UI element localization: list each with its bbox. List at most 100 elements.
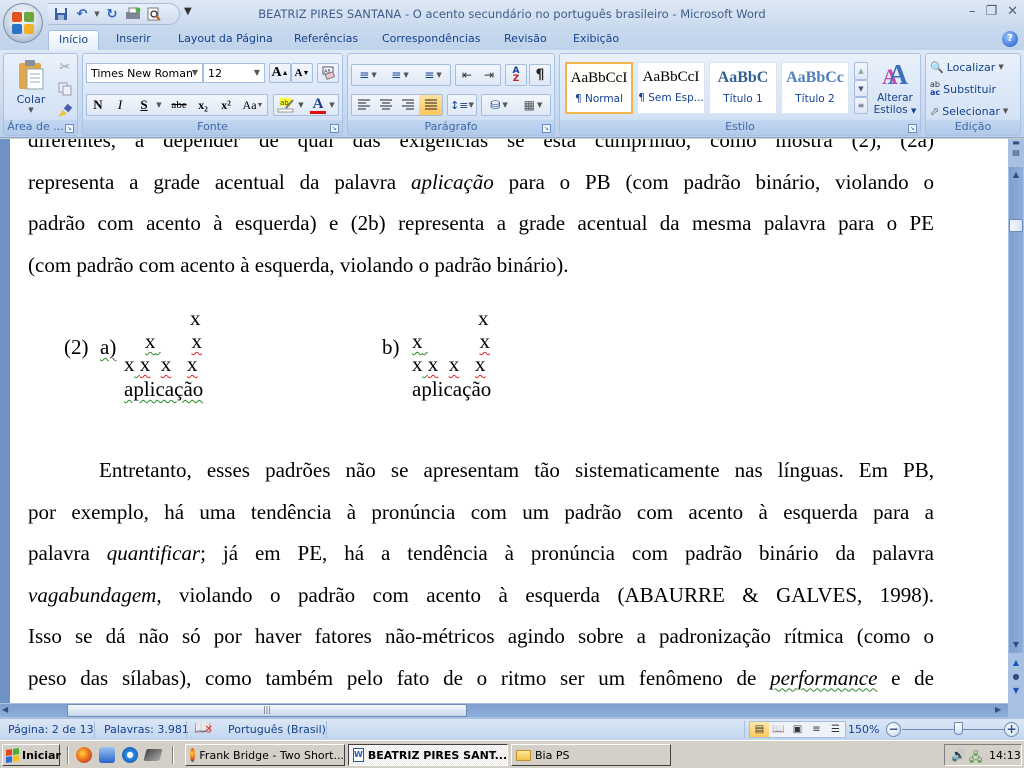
undo-dropdown-icon[interactable]: ▼ xyxy=(94,6,100,22)
scroll-track[interactable] xyxy=(1009,167,1023,653)
taskbar-folder[interactable]: Bia PS xyxy=(511,744,671,766)
scroll-right-icon[interactable]: ▶ xyxy=(995,705,1001,714)
copy-icon[interactable] xyxy=(56,80,74,98)
cut-icon[interactable]: ✂ xyxy=(56,58,74,76)
network-icon[interactable]: 🖧 xyxy=(969,748,982,768)
highlight-dropdown-icon[interactable]: ▼ xyxy=(297,95,305,115)
bullets-button[interactable]: ≡ ▼ xyxy=(353,65,383,85)
shrink-font-button[interactable]: A ▼ xyxy=(291,63,313,83)
page-count[interactable]: Página: 2 de 13 xyxy=(8,723,94,736)
highlight-icon[interactable]: ab xyxy=(275,95,297,115)
zoom-in-icon[interactable]: + xyxy=(1004,722,1019,737)
replace-button[interactable]: ab ac Substituir xyxy=(930,80,996,98)
redo-icon[interactable]: ↻ xyxy=(103,6,121,22)
next-page-icon[interactable]: ▼ xyxy=(1010,685,1022,697)
undo-icon[interactable]: ↶ xyxy=(73,6,91,22)
horizontal-scrollbar[interactable]: ◀ ||| ▶ xyxy=(0,703,1024,718)
borders-button[interactable]: ▦ ▼ xyxy=(517,95,549,115)
styles-scroll-down-icon[interactable]: ▼ xyxy=(854,80,868,97)
minimize-button[interactable]: – xyxy=(969,4,976,19)
style-heading-1[interactable]: AaBbC Título 1 xyxy=(709,62,777,114)
show-desktop-icon[interactable] xyxy=(99,747,115,763)
word-count[interactable]: Palavras: 3.981 xyxy=(104,723,189,736)
grow-font-button[interactable]: A ▲ xyxy=(269,63,291,83)
start-button[interactable]: Iniciar xyxy=(2,744,61,766)
font-size-combo[interactable]: 12 ▼ xyxy=(203,63,265,83)
tab-exibicao[interactable]: Exibição xyxy=(563,30,629,50)
find-button[interactable]: 🔍 Localizar ▼ xyxy=(930,58,1004,76)
line-spacing-button[interactable]: ↕≡ ▼ xyxy=(447,94,477,116)
taskbar-word[interactable]: W BEATRIZ PIRES SANT... xyxy=(348,744,508,766)
align-right-button[interactable] xyxy=(397,95,418,115)
shading-button[interactable]: ⛁ ▼ xyxy=(483,95,515,115)
split-handle[interactable]: ▬ xyxy=(1010,139,1022,147)
select-button[interactable]: ⬀ Selecionar ▼ xyxy=(930,102,1008,120)
scanner-icon[interactable] xyxy=(143,749,163,761)
show-formatting-button[interactable]: ¶ xyxy=(529,64,551,86)
clipboard-dialog-launcher[interactable]: ↘ xyxy=(65,124,74,133)
language-indicator[interactable]: Português (Brasil) xyxy=(228,723,326,736)
strikethrough-button[interactable]: abe xyxy=(167,95,191,115)
bold-button[interactable]: N xyxy=(88,95,108,115)
sort-button[interactable]: AZ xyxy=(505,64,527,86)
underline-button[interactable]: S xyxy=(134,95,154,115)
close-button[interactable]: ✕ xyxy=(1007,4,1018,19)
clock[interactable]: 14:13 xyxy=(989,749,1021,762)
numbering-button[interactable]: ≡ ▼ xyxy=(385,65,415,85)
tab-inicio[interactable]: Início xyxy=(48,30,100,50)
browse-object-icon[interactable]: ● xyxy=(1010,671,1022,683)
font-color-button[interactable]: A xyxy=(308,95,328,115)
font-name-combo[interactable]: Times New Roman ▼ xyxy=(86,63,203,83)
scroll-thumb[interactable] xyxy=(1009,219,1023,232)
zoom-slider-track[interactable] xyxy=(902,729,1004,730)
print-layout-view-icon[interactable]: ▤ xyxy=(750,722,769,737)
media-player-icon[interactable] xyxy=(122,747,138,763)
draft-view-icon[interactable]: ☰ xyxy=(826,722,845,737)
previous-page-icon[interactable]: ▲ xyxy=(1010,657,1022,669)
decrease-indent-icon[interactable]: ⇤ xyxy=(457,65,477,85)
style-heading-2[interactable]: AaBbCc Título 2 xyxy=(781,62,849,114)
web-layout-view-icon[interactable]: ▣ xyxy=(788,722,807,737)
styles-more-icon[interactable]: ≡ xyxy=(854,97,868,114)
style-normal[interactable]: AaBbCcI ¶ Normal xyxy=(565,62,633,114)
font-color-dropdown-icon[interactable]: ▼ xyxy=(328,95,336,115)
scroll-up-icon[interactable]: ▲ xyxy=(1010,169,1022,181)
italic-button[interactable]: I xyxy=(110,95,130,115)
scroll-thumb[interactable]: ||| xyxy=(67,704,467,717)
customize-qat-icon[interactable]: ▼ xyxy=(184,6,192,17)
scroll-left-icon[interactable]: ◀ xyxy=(2,705,8,714)
paste-dropdown-icon[interactable]: ▼ xyxy=(28,106,33,114)
align-center-button[interactable] xyxy=(375,95,396,115)
align-left-button[interactable] xyxy=(353,95,374,115)
clear-formatting-icon[interactable]: A8 xyxy=(317,63,339,83)
firefox-icon[interactable] xyxy=(76,747,92,763)
vertical-scrollbar[interactable]: ▬ ▤ ▲ ▼ ▲ ● ▼ xyxy=(1008,139,1024,703)
underline-dropdown-icon[interactable]: ▼ xyxy=(154,95,164,115)
zoom-level[interactable]: 150% xyxy=(848,723,879,736)
justify-button[interactable] xyxy=(419,95,442,115)
taskbar-firefox[interactable]: Frank Bridge - Two Short... xyxy=(185,744,345,766)
multilevel-list-button[interactable]: ≡ ▼ xyxy=(418,65,448,85)
proofing-error-icon[interactable]: 📖✕ xyxy=(194,720,213,736)
format-painter-icon[interactable] xyxy=(56,102,74,120)
document-page[interactable]: diferentes, a depender de qual das exigê… xyxy=(10,139,1008,703)
outline-view-icon[interactable]: ≡ xyxy=(807,722,826,737)
help-icon[interactable]: ? xyxy=(1002,31,1018,47)
paragraph-dialog-launcher[interactable]: ↘ xyxy=(542,124,551,133)
superscript-button[interactable]: x² xyxy=(216,95,236,115)
save-icon[interactable] xyxy=(52,6,70,22)
font-dialog-launcher[interactable]: ↘ xyxy=(330,124,339,133)
tab-inserir[interactable]: Inserir xyxy=(106,30,161,50)
tab-referencias[interactable]: Referências xyxy=(284,30,368,50)
ruler-toggle-icon[interactable]: ▤ xyxy=(1010,147,1022,159)
scroll-down-icon[interactable]: ▼ xyxy=(1010,639,1022,651)
change-case-button[interactable]: Aa ▼ xyxy=(239,95,267,115)
volume-icon[interactable]: 🔊 xyxy=(951,748,966,762)
tab-revisao[interactable]: Revisão xyxy=(494,30,557,50)
quick-print-icon[interactable] xyxy=(124,6,142,22)
restore-button[interactable]: ❐ xyxy=(985,4,997,19)
tab-correspondencias[interactable]: Correspondências xyxy=(372,30,491,50)
zoom-out-icon[interactable]: − xyxy=(886,722,901,737)
subscript-button[interactable]: x₂ xyxy=(193,95,213,115)
office-button[interactable] xyxy=(3,3,43,43)
